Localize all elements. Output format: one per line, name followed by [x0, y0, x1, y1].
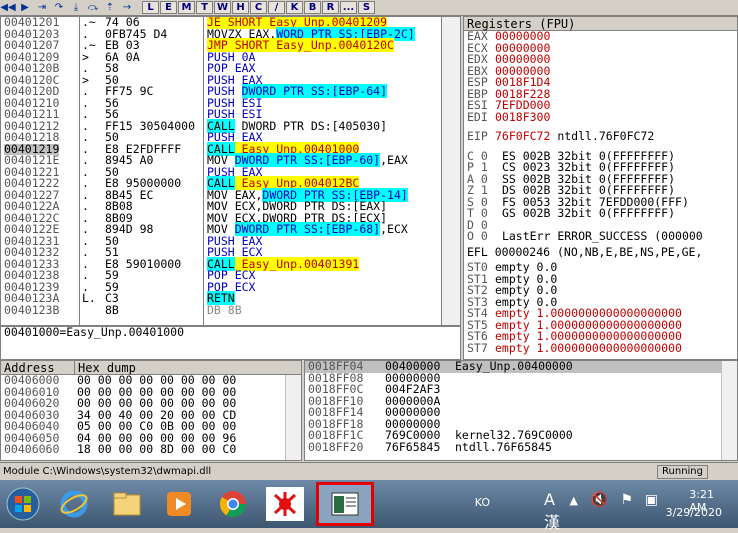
debugger-toolbar: ◀◀ ▶ ⇥ ↷ ⤓ ⤼ ⇡ → L E M T W H C / K B R... S [0, 0, 738, 16]
segment-info: GS 002B 32bit 0(FFFFFFFF) [501, 206, 676, 220]
instruction-part: DB 8B [207, 302, 242, 317]
stack-address: 0018FF20 [308, 439, 364, 454]
stack-row[interactable]: 0018FF08 00000000 [305, 372, 737, 385]
stack-row[interactable]: 0018FF10 0000000A [305, 395, 737, 408]
toolbar-window-button-1[interactable]: E [160, 1, 177, 14]
registers-pane[interactable]: Registers (FPU) EAX 00000000 ECX 00000000 ED… [463, 16, 738, 360]
instruction-part: ,EAX [380, 153, 408, 167]
info-text: 00401000=Easy_Unp.00401000 [4, 326, 185, 339]
media-player-icon[interactable] [160, 487, 198, 521]
register-name: EIP [467, 129, 488, 143]
dump-scrollbar[interactable] [285, 375, 301, 460]
goto-icon[interactable]: → [119, 1, 135, 15]
efl-value: EFL 00000246 (NO,NB,E,BE,NS,PE,GE, [467, 244, 703, 259]
flag-row[interactable]: T 0 GS 002B 32bit 0(FFFFFFFF) [464, 206, 737, 220]
stack-pane[interactable]: 0018FF04 00400000 Easy_Unp.00400000 0018FF0… [304, 360, 738, 461]
dump-address: 00406060 [4, 442, 60, 456]
toolbar-window-button-11[interactable]: ... [340, 1, 357, 14]
stack-scrollbar[interactable] [721, 361, 737, 460]
stack-comment: Easy_Unp.00400000 [455, 360, 573, 373]
disasm-address: 0040123B [4, 302, 60, 317]
toolbar-window-button-10[interactable]: R [322, 1, 339, 14]
info-pane: 00401000=Easy_Unp.00401000 [0, 326, 461, 360]
cpu-disassembly-pane[interactable]: 00401201 .~ 74 06 JE SHORT Easy_Unp.0040120… [0, 16, 461, 326]
disasm-jump-marker: L. [82, 291, 96, 305]
volume-icon[interactable]: 🔇 [591, 492, 608, 508]
active-window-button[interactable] [316, 482, 374, 526]
explorer-icon[interactable] [108, 487, 146, 521]
eip-value[interactable]: 76F0FC72 [495, 129, 550, 143]
toolbar-window-button-6[interactable]: C [250, 1, 267, 14]
windows-logo-icon [6, 487, 40, 521]
dump-row[interactable]: 00406060 18 00 00 00 8D 00 00 C0 [1, 442, 301, 456]
trace-over-icon[interactable]: ⤼ [85, 1, 101, 15]
dump-hex: 18 00 00 00 8D 00 00 C0 [77, 442, 237, 456]
toolbar-window-button-3[interactable]: T [196, 1, 213, 14]
status-bar: Module C:\Windows\system32\dwmapi.dll Ru… [0, 462, 738, 480]
eip-row[interactable]: EIP 76F0FC72 ntdll.76F0FC72 [464, 129, 737, 143]
status-module: Module C:\Windows\system32\dwmapi.dll [3, 466, 212, 477]
window-app-icon [331, 492, 359, 516]
step-into-icon[interactable]: ⇥ [34, 1, 50, 15]
cpu-scrollbar[interactable] [441, 17, 460, 325]
disasm-row[interactable]: 0040123B 8B DB 8B [1, 302, 460, 317]
register-name: EDI [467, 109, 488, 124]
fpu-row[interactable]: ST7 empty 1.0000000000000000000 [464, 340, 737, 355]
language-indicator[interactable]: KO [475, 496, 490, 509]
toolbar-window-button-0[interactable]: L [142, 1, 159, 14]
action-center-icon[interactable]: ⚑ [620, 492, 633, 508]
toolbar-window-button-12[interactable]: S [358, 1, 375, 14]
fpu-name: ST7 [467, 340, 488, 355]
disasm-instruction: DB 8B [207, 302, 242, 317]
hex-dump-pane[interactable]: Address Hex dump 00406000 00 00 00 00 00 … [0, 360, 302, 461]
stack-row[interactable]: 0018FF0C 004F2AF3 [305, 383, 737, 396]
instruction-part: DWORD PTR SS:[EBP-64] [241, 84, 388, 98]
status-state: Running [657, 465, 708, 479]
eip-comment: ntdll.76F0FC72 [557, 129, 655, 143]
stack-row[interactable]: 0018FF04 00400000 Easy_Unp.00400000 [305, 361, 737, 373]
toolbar-window-button-4[interactable]: W [214, 1, 231, 14]
chrome-icon[interactable] [214, 487, 252, 521]
show-hidden-icons-icon[interactable]: ▲ [570, 494, 578, 507]
trace-into-icon[interactable]: ⤓ [68, 1, 84, 15]
execute-till-return-icon[interactable]: ⇡ [102, 1, 118, 15]
step-over-icon[interactable]: ↷ [51, 1, 67, 15]
stack-value: 76F65845 [385, 439, 441, 454]
disasm-hex: 8B [105, 302, 119, 317]
stack-comment: ntdll.76F65845 [455, 439, 552, 454]
stack-row[interactable]: 0018FF14 00000000 [305, 406, 737, 419]
efl-row[interactable]: EFL 00000246 (NO,NB,E,BE,NS,PE,GE, [464, 244, 737, 259]
instruction-part: ,ECX [380, 222, 408, 236]
toolbar-window-button-2[interactable]: M [178, 1, 195, 14]
rewind-icon[interactable]: ◀◀ [0, 1, 16, 15]
internet-explorer-icon[interactable] [55, 487, 93, 521]
toolbar-window-button-9[interactable]: B [304, 1, 321, 14]
toolbar-window-button-5[interactable]: H [232, 1, 249, 14]
clock-date[interactable]: 3/29/2020 [666, 506, 722, 519]
toolbar-window-button-7[interactable]: / [268, 1, 285, 14]
fpu-value[interactable]: empty 1.0000000000000000000 [495, 341, 682, 355]
stack-row[interactable]: 0018FF20 76F65845 ntdll.76F65845 [305, 439, 737, 454]
ime-indicator[interactable]: A 漢 [544, 490, 560, 533]
start-button[interactable] [4, 487, 42, 521]
segment-info: LastErr ERROR_SUCCESS (000000 [501, 229, 703, 243]
debugger-bug-icon[interactable] [266, 487, 304, 521]
flag-name: O 0 [467, 229, 488, 243]
register-value[interactable]: 0018F300 [495, 110, 550, 124]
network-icon[interactable]: ▣ [645, 492, 658, 508]
toolbar-window-button-8[interactable]: K [286, 1, 303, 14]
register-row[interactable]: EDI 0018F300 [464, 109, 737, 124]
flag-row[interactable]: O 0 LastErr ERROR_SUCCESS (000000 [464, 229, 737, 243]
play-icon[interactable]: ▶ [17, 1, 33, 15]
taskbar: KO A 漢 ▲ 🔇 ⚑ ▣ 3:21 AM 3/29/2020 [0, 480, 738, 532]
